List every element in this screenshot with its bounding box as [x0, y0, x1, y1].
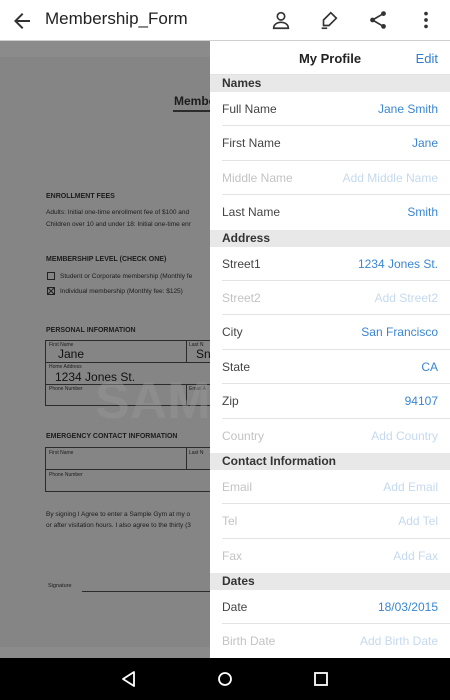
tel-field[interactable]: Tel Add Tel	[210, 504, 450, 540]
field-label: Street1	[222, 256, 261, 271]
field-label: Full Name	[222, 102, 277, 116]
field-label: Tel	[222, 514, 238, 529]
field-placeholder[interactable]: Add Street2	[375, 291, 438, 305]
date-field[interactable]: Date 18/03/2015	[210, 590, 450, 625]
field-label: First Name	[49, 450, 74, 456]
divider	[186, 447, 187, 469]
field-placeholder[interactable]: Add Fax	[393, 549, 438, 563]
field-label: Phone Number	[49, 472, 83, 478]
field-label: Birth Date	[222, 634, 276, 649]
checkbox-individual[interactable]	[47, 287, 55, 295]
checkbox-label: Student or Corporate membership (Monthly…	[60, 273, 193, 280]
panel-header: My Profile Edit	[210, 41, 450, 75]
edit-button[interactable]: Edit	[416, 51, 438, 66]
document-page: Membe ENROLLMENT FEES Adults: Initial on…	[0, 57, 210, 647]
field-label: Middle Name	[222, 170, 293, 185]
email-field[interactable]: Email Add Email	[210, 470, 450, 505]
agreement-text: By signing I Agree to enter a Sample Gym…	[46, 511, 191, 518]
field-label: Last N	[189, 450, 204, 456]
nav-back-icon[interactable]	[119, 669, 139, 689]
field-placeholder[interactable]: Add Middle Name	[343, 171, 438, 185]
document-title: Membership_Form	[45, 9, 188, 28]
field-value[interactable]: Smith	[407, 205, 438, 219]
field-label: Country	[222, 428, 265, 443]
field-placeholder[interactable]: Add Country	[371, 429, 438, 443]
person-icon[interactable]	[270, 9, 292, 31]
field-label: Fax	[222, 548, 243, 563]
sample-watermark: SAM	[95, 372, 210, 430]
app-bar: Membership_Form	[0, 0, 450, 41]
last-name-field[interactable]: Last Name Smith	[210, 195, 450, 229]
checkbox-label: Individual membership (Monthly fee: $125…	[60, 288, 183, 295]
signature-line[interactable]	[82, 591, 210, 592]
full-name-field[interactable]: Full Name Jane Smith	[210, 92, 450, 127]
field-placeholder[interactable]: Add Tel	[398, 514, 438, 528]
divider	[45, 362, 210, 363]
signature-label: Signature	[48, 583, 72, 589]
section-names: Names	[210, 75, 450, 92]
street2-field[interactable]: Street2 Add Street2	[210, 281, 450, 316]
field-value[interactable]: Jane	[412, 136, 438, 150]
middle-name-field[interactable]: Middle Name Add Middle Name	[210, 161, 450, 196]
agreement-text: or after visitation hours. I also agree …	[46, 522, 191, 529]
divider	[186, 340, 187, 362]
field-label: City	[222, 325, 243, 340]
field-value[interactable]: Jane Smith	[378, 102, 438, 116]
checkbox-student[interactable]	[47, 272, 55, 280]
section-dates: Dates	[210, 573, 450, 591]
field-placeholder[interactable]: Add Email	[383, 480, 438, 494]
zip-field[interactable]: Zip 94107	[210, 384, 450, 419]
state-field[interactable]: State CA	[210, 350, 450, 385]
enrollment-text: Children over 10 and under 18: Initial o…	[46, 221, 191, 228]
nav-recents-icon[interactable]	[311, 669, 331, 689]
enrollment-text: Adults: Initial one-time enrollment fee …	[46, 209, 190, 216]
emergency-contact-heading: EMERGENCY CONTACT INFORMATION	[46, 433, 178, 440]
field-value[interactable]: 1234 Jones St.	[358, 257, 438, 271]
field-placeholder[interactable]: Add Birth Date	[360, 634, 438, 648]
field-value[interactable]: San Francisco	[361, 325, 438, 339]
document-view[interactable]: Membe ENROLLMENT FEES Adults: Initial on…	[0, 41, 210, 658]
personal-information-heading: PERSONAL INFORMATION	[46, 327, 136, 334]
membership-level-heading: MEMBERSHIP LEVEL (CHECK ONE)	[46, 256, 167, 263]
city-field[interactable]: City San Francisco	[210, 315, 450, 351]
section-address: Address	[210, 229, 450, 247]
street1-field[interactable]: Street1 1234 Jones St.	[210, 247, 450, 282]
check-mark-icon	[47, 287, 55, 295]
field-label: Zip	[222, 394, 239, 409]
first-name-value[interactable]: Jane	[58, 347, 84, 361]
field-label: Street2	[222, 290, 261, 305]
arrow-back-icon[interactable]	[10, 9, 34, 33]
section-contact: Contact Information	[210, 452, 450, 470]
fax-field[interactable]: Fax Add Fax	[210, 539, 450, 573]
profile-panel: My Profile Edit Names Full Name Jane Smi…	[210, 41, 450, 658]
country-field[interactable]: Country Add Country	[210, 419, 450, 453]
field-value[interactable]: 18/03/2015	[378, 600, 438, 614]
field-label: Date	[222, 600, 248, 615]
pen-icon[interactable]	[318, 9, 340, 31]
birth-date-field[interactable]: Birth Date Add Birth Date	[210, 624, 450, 658]
field-label: Phone Number	[49, 386, 83, 392]
divider	[45, 469, 210, 470]
more-vert-icon[interactable]	[415, 9, 437, 31]
field-value[interactable]: 94107	[405, 394, 438, 408]
field-label: Last Name	[222, 205, 281, 220]
field-label: State	[222, 359, 251, 374]
field-label: Email	[222, 479, 253, 494]
panel-title: My Profile	[298, 51, 362, 66]
share-icon[interactable]	[367, 9, 389, 31]
nav-home-icon[interactable]	[215, 669, 235, 689]
field-label: First Name	[222, 136, 281, 151]
document-heading: Membe	[174, 94, 210, 108]
field-value[interactable]: CA	[421, 360, 438, 374]
system-nav-bar	[0, 658, 450, 700]
heading-underline	[173, 110, 210, 112]
first-name-field[interactable]: First Name Jane	[210, 126, 450, 162]
enrollment-fees-heading: ENROLLMENT FEES	[46, 193, 115, 200]
last-name-value[interactable]: Sn	[196, 347, 210, 361]
